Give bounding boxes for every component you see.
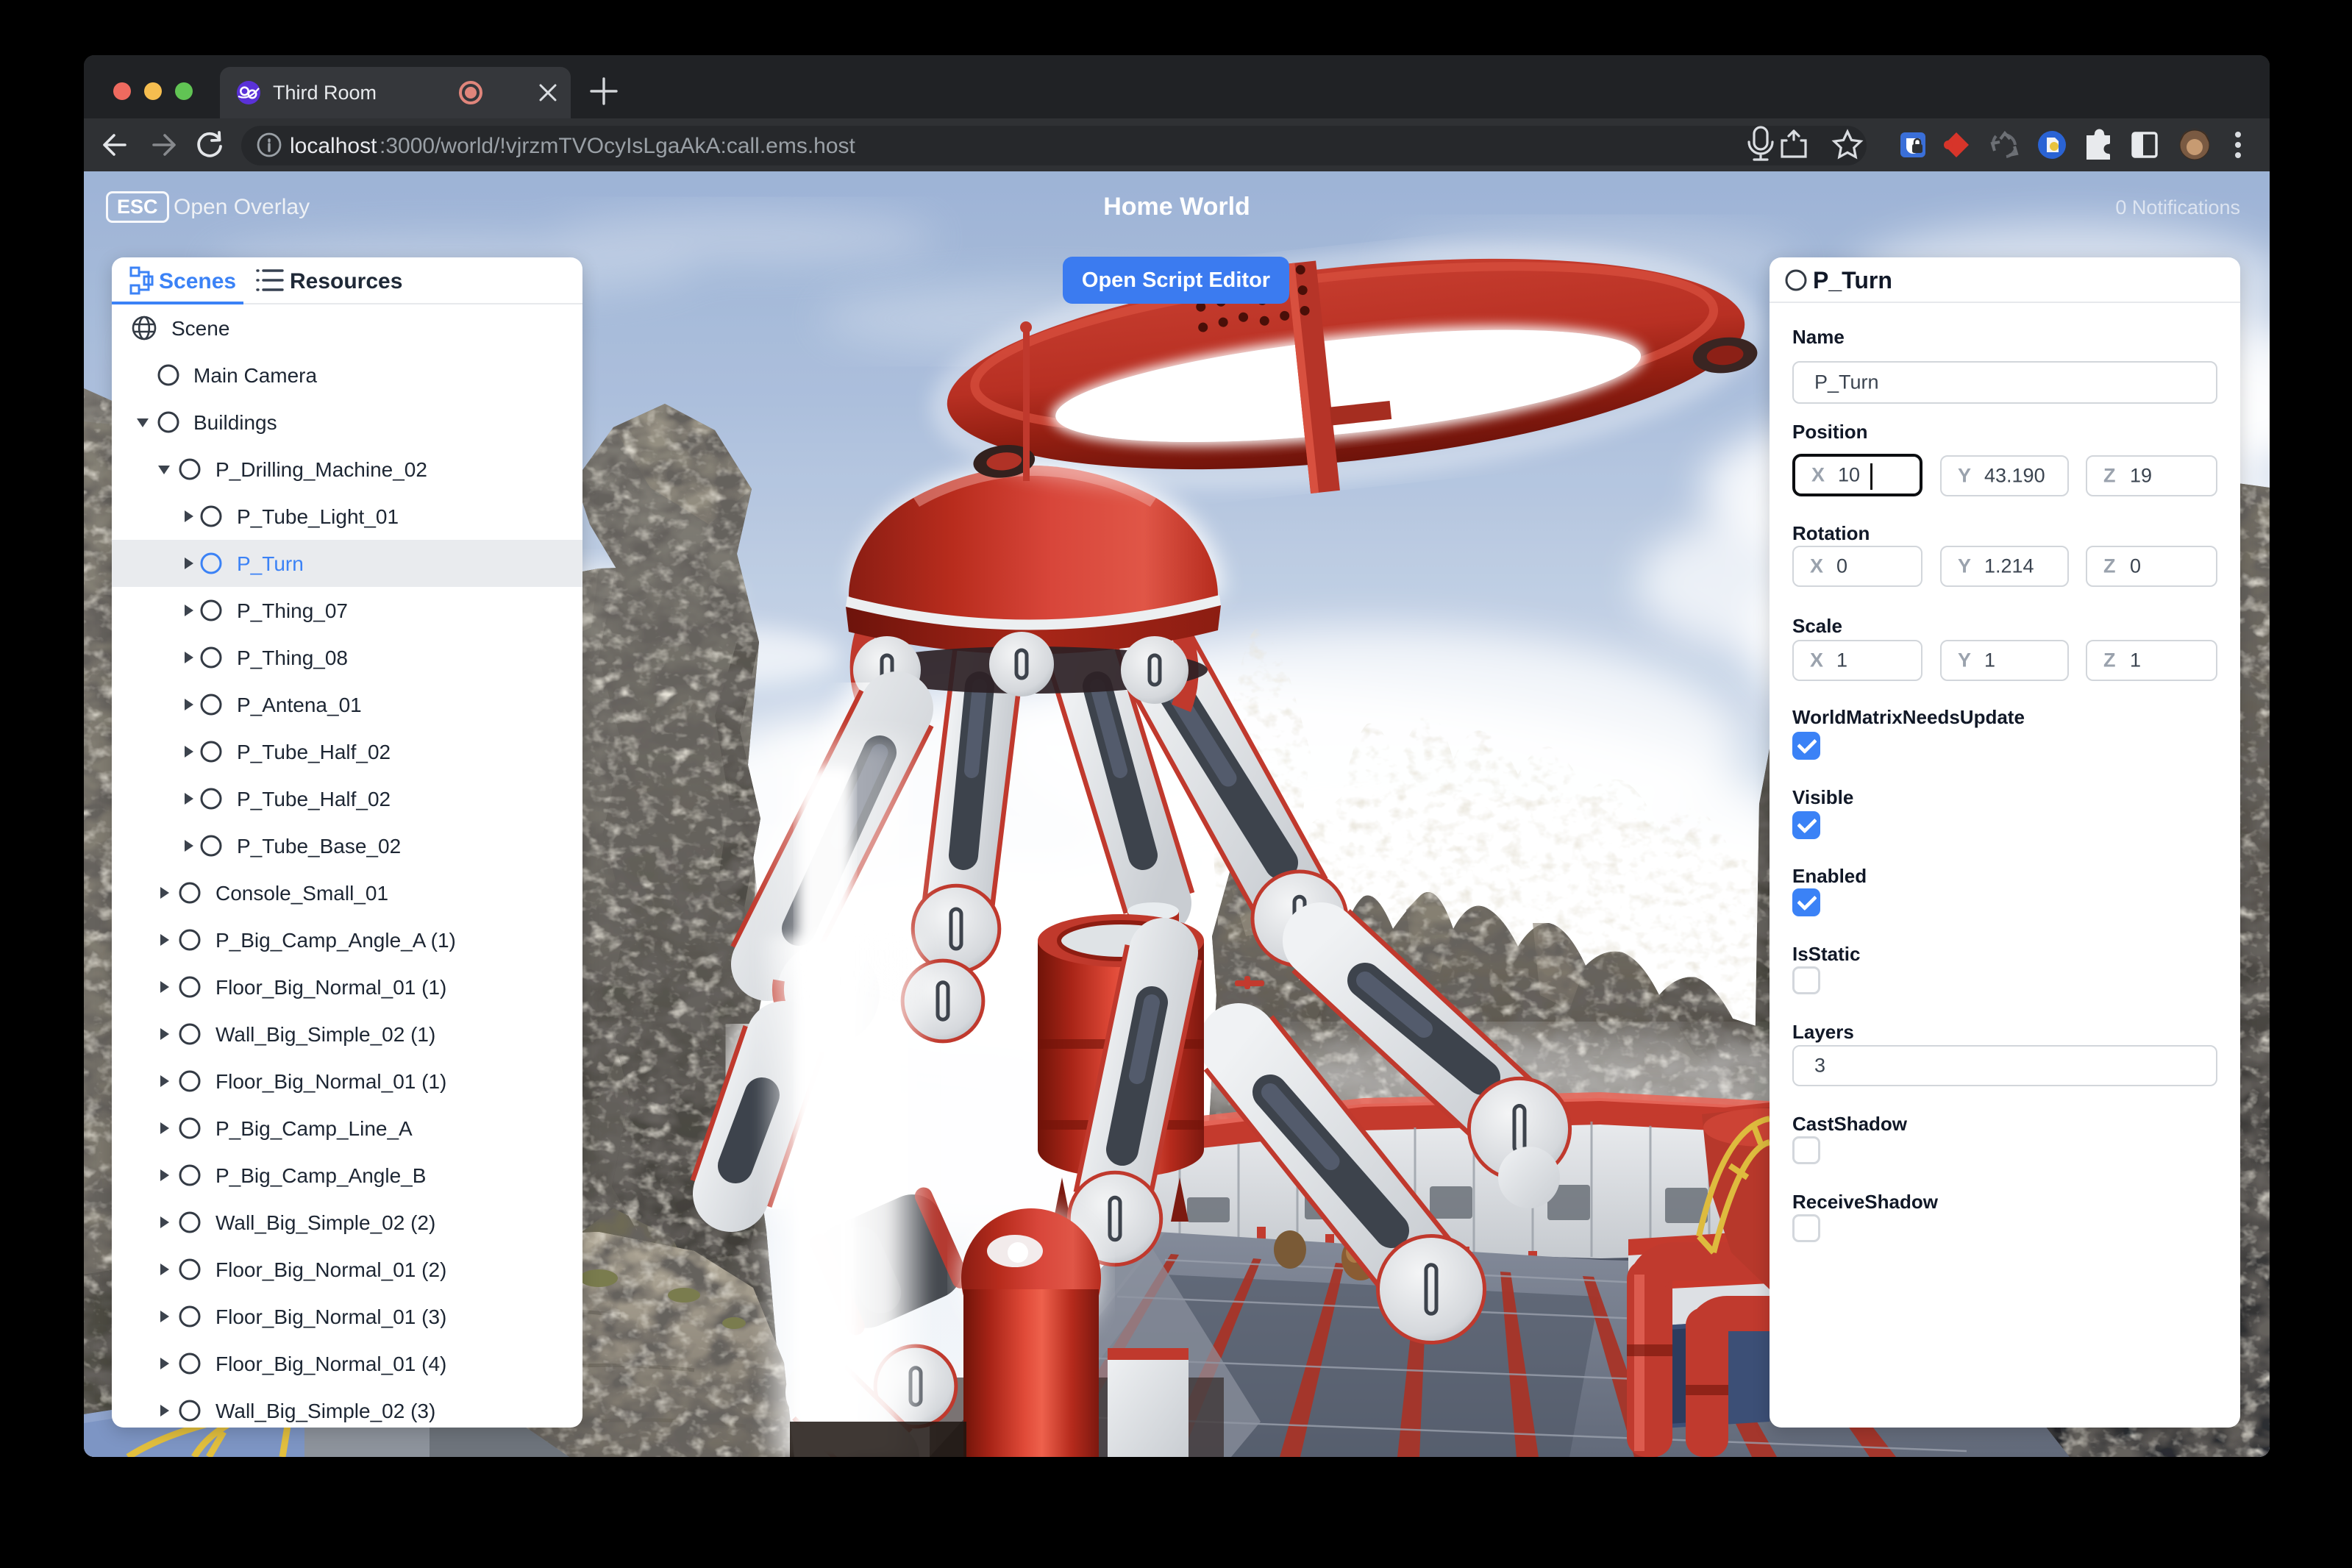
svg-text:localhost: localhost — [290, 134, 377, 158]
svg-text:Resources: Resources — [290, 269, 402, 293]
svg-text:Scenes: Scenes — [159, 269, 236, 293]
svg-text::3000/world/!vjrzmTVOcyIsLgaAk: :3000/world/!vjrzmTVOcyIsLgaAkA:call.ems… — [379, 134, 856, 158]
svg-text:P_Turn: P_Turn — [1813, 267, 1892, 293]
